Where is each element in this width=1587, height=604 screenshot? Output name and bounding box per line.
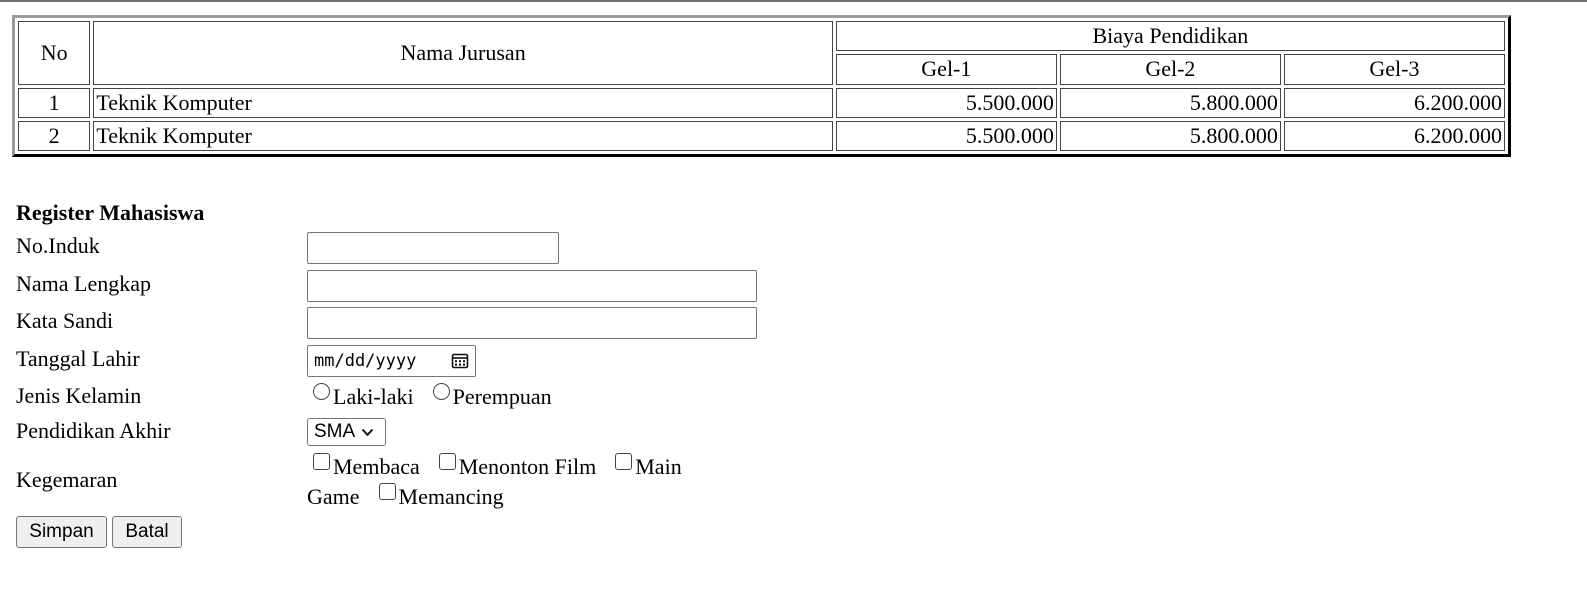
cell-gel-3: 6.200.000 <box>1283 120 1505 152</box>
checkbox-main-game[interactable] <box>615 453 633 470</box>
cell-gel-2: 5.800.000 <box>1059 87 1281 118</box>
cell-gel-3: 6.200.000 <box>1283 87 1505 118</box>
no-induk-input[interactable] <box>307 232 559 264</box>
cell-gel-1: 5.500.000 <box>835 120 1057 152</box>
fee-table: No Nama Jurusan Biaya Pendidikan Gel-1 G… <box>12 15 1511 158</box>
date-placeholder: mm/dd/yyyy <box>314 351 417 371</box>
select-value: SMA <box>314 421 356 442</box>
radio-laki-laki[interactable] <box>313 383 330 400</box>
label-nama-lengkap: Nama Lengkap <box>16 271 151 296</box>
header-gel-3: Gel-3 <box>1283 54 1505 85</box>
table-row: 1 Teknik Komputer 5.500.000 5.800.000 6.… <box>18 87 1505 118</box>
checkbox-memancing[interactable] <box>378 483 396 500</box>
label-pendidikan-akhir: Pendidikan Akhir <box>16 418 171 443</box>
cell-jurusan: Teknik Komputer <box>93 87 833 118</box>
hobby-checkbox-group-line1: Membaca Menonton Film Main <box>313 452 682 482</box>
checkbox-label-game: Game <box>307 484 360 509</box>
nama-lengkap-input[interactable] <box>307 270 757 302</box>
kata-sandi-input[interactable] <box>307 307 757 339</box>
checkbox-membaca[interactable] <box>313 453 330 470</box>
pendidikan-akhir-select[interactable]: SMA <box>307 418 386 446</box>
label-kata-sandi: Kata Sandi <box>16 308 114 333</box>
label-kegemaran: Kegemaran <box>16 467 118 492</box>
label-tanggal-lahir: Tanggal Lahir <box>16 346 140 371</box>
tanggal-lahir-date-input[interactable]: mm/dd/yyyy <box>307 345 476 377</box>
radio-label-laki-laki: Laki-laki <box>333 384 414 409</box>
header-gel-2: Gel-2 <box>1059 54 1281 85</box>
header-no: No <box>18 21 91 85</box>
cell-no: 1 <box>18 87 91 118</box>
table-header-row: No Nama Jurusan Biaya Pendidikan <box>18 21 1505 85</box>
checkbox-label-membaca: Membaca <box>333 454 420 479</box>
batal-button[interactable]: Batal <box>112 516 182 548</box>
radio-label-perempuan: Perempuan <box>452 384 552 409</box>
checkbox-label-menonton-film: Menonton Film <box>458 454 597 479</box>
cell-gel-1: 5.500.000 <box>835 87 1057 118</box>
cell-gel-2: 5.800.000 <box>1059 120 1281 152</box>
table-row: 2 Teknik Komputer 5.500.000 5.800.000 6.… <box>18 120 1505 152</box>
radio-perempuan[interactable] <box>432 383 450 400</box>
top-divider <box>0 0 1587 2</box>
checkbox-menonton-film[interactable] <box>438 453 456 470</box>
header-gel-1: Gel-1 <box>835 54 1057 85</box>
hobby-checkbox-group-line2: Game Memancing <box>307 482 504 512</box>
header-nama-jurusan: Nama Jurusan <box>93 21 833 85</box>
chevron-down-icon <box>361 428 374 436</box>
form-title: Register Mahasiswa <box>16 200 205 225</box>
cell-no: 2 <box>18 120 91 152</box>
checkbox-label-memancing: Memancing <box>398 484 504 509</box>
checkbox-label-main: Main <box>635 454 682 479</box>
header-biaya-pendidikan: Biaya Pendidikan <box>835 21 1505 52</box>
cell-jurusan: Teknik Komputer <box>93 120 833 152</box>
label-jenis-kelamin: Jenis Kelamin <box>16 383 142 408</box>
label-no-induk: No.Induk <box>16 233 100 258</box>
gender-radio-group: Laki-laki Perempuan <box>313 382 552 412</box>
calendar-icon[interactable] <box>451 352 469 370</box>
simpan-button[interactable]: Simpan <box>16 516 107 548</box>
